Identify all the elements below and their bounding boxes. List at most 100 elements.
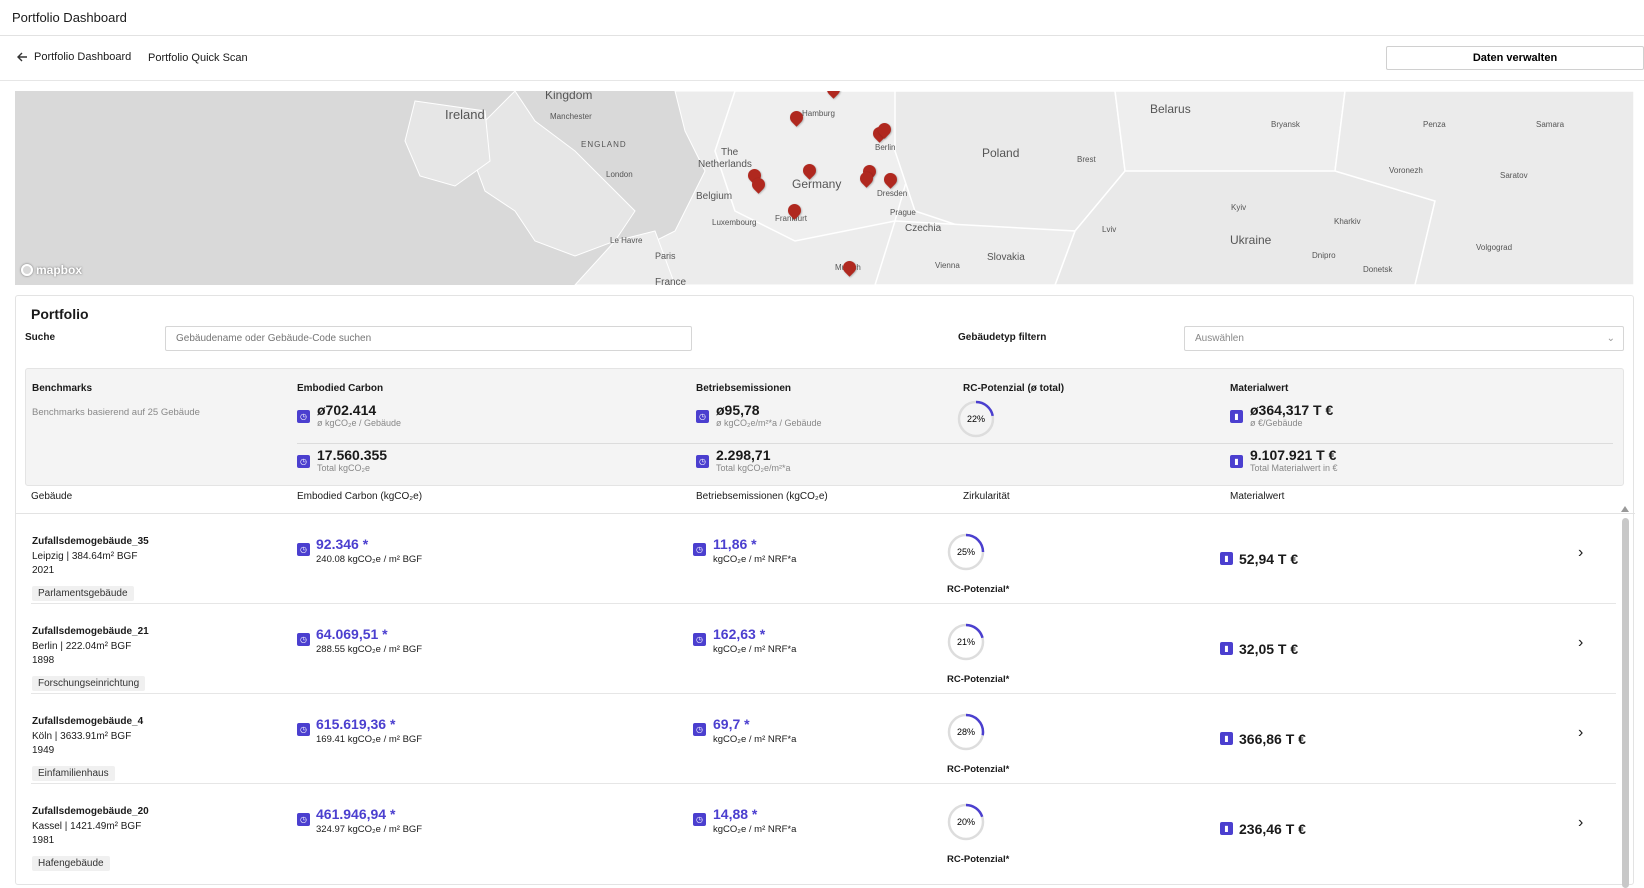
map-label: Ukraine	[1230, 233, 1272, 247]
map-label: Luxembourg	[712, 218, 757, 227]
map-label: Ireland	[445, 107, 485, 122]
operational-subvalue: kgCO₂e / m² NRF*a	[713, 824, 797, 835]
map-label: Vienna	[935, 261, 960, 270]
building-name: Zufallsdemogebäude_35	[32, 536, 149, 547]
benchmark-embodied-total-caption: Total kgCO₂e	[317, 463, 371, 473]
column-header-material[interactable]: Materialwert	[1230, 491, 1284, 502]
map-label: Kingdom	[545, 91, 593, 102]
map-label: London	[606, 170, 633, 179]
operational-value: 162,63 *	[713, 626, 766, 642]
map-label: Berlin	[875, 143, 896, 152]
building-type-tag: Hafengebäude	[32, 856, 110, 871]
map-label: Kyiv	[1231, 203, 1247, 212]
building-location: Berlin | 222.04m² BGF	[32, 641, 132, 652]
leaf-icon: ◷	[297, 410, 310, 423]
map-label: Czechia	[905, 223, 942, 234]
rc-percent: 28%	[957, 727, 975, 737]
mapbox-attribution: mapbox	[36, 263, 83, 277]
bar-chart-icon: ▮	[1220, 552, 1233, 565]
breadcrumb-quick-scan[interactable]: Portfolio Quick Scan	[148, 52, 248, 64]
portfolio-title: Portfolio	[31, 306, 89, 322]
operational-subvalue: kgCO₂e / m² NRF*a	[713, 644, 797, 655]
column-header-operational[interactable]: Betriebsemissionen (kgCO₂e)	[696, 491, 828, 502]
filter-label: Gebäudetyp filtern	[958, 332, 1047, 343]
leaf-icon: ◷	[693, 633, 706, 646]
portfolio-map[interactable]: Kingdom Ireland Manchester ENGLAND Londo…	[15, 91, 1634, 285]
rc-progress-ring: 21%	[947, 623, 985, 661]
divider	[297, 443, 1613, 444]
app-title: Portfolio Dashboard	[12, 10, 127, 25]
material-value: 32,05 T €	[1239, 641, 1299, 657]
map-label: ENGLAND	[581, 140, 627, 149]
arrow-left-icon	[17, 52, 27, 62]
map-label: Lviv	[1102, 225, 1117, 234]
chevron-right-icon[interactable]: ›	[1578, 724, 1583, 742]
building-type-tag: Einfamilienhaus	[32, 766, 115, 781]
table-row[interactable]: Zufallsdemogebäude_20 Kassel | 1421.49m²…	[16, 784, 1606, 874]
benchmark-material-total: 9.107.921 T €	[1250, 447, 1337, 463]
portfolio-card: Portfolio Suche Gebäudetyp filtern Auswä…	[15, 295, 1635, 888]
building-location: Kassel | 1421.49m² BGF	[32, 821, 142, 832]
select-value: Auswählen	[1195, 333, 1244, 344]
embodied-subvalue: 324.97 kgCO₂e / m² BGF	[316, 824, 423, 835]
map-label: Prague	[890, 208, 916, 217]
map-label: Saratov	[1500, 171, 1528, 180]
sub-navigation: Portfolio Dashboard Portfolio Quick Scan…	[0, 36, 1644, 81]
material-value: 366,86 T €	[1239, 731, 1306, 747]
table-row[interactable]: Zufallsdemogebäude_35 Leipzig | 384.64m²…	[16, 514, 1616, 604]
benchmark-embodied-total: 17.560.355	[317, 447, 388, 463]
scroll-up-icon[interactable]	[1621, 506, 1629, 512]
column-header-building[interactable]: Gebäude	[31, 491, 72, 502]
benchmark-operational-total: 2.298,71	[716, 447, 771, 463]
table-row[interactable]: Zufallsdemogebäude_4 Köln | 3633.91m² BG…	[16, 694, 1616, 784]
map-label: Penza	[1423, 120, 1446, 129]
column-header-circularity[interactable]: Zirkularität	[963, 491, 1010, 502]
map-label: Germany	[792, 177, 842, 191]
search-input[interactable]	[165, 326, 692, 351]
table-scrollbar[interactable]	[1621, 506, 1629, 888]
rc-label: RC-Potenzial*	[947, 584, 1010, 595]
bar-chart-icon: ▮	[1220, 642, 1233, 655]
leaf-icon: ◷	[297, 543, 310, 556]
rc-progress-ring: 28%	[947, 713, 985, 751]
table-row[interactable]: Zufallsdemogebäude_21 Berlin | 222.04m² …	[16, 604, 1616, 694]
back-link[interactable]: Portfolio Dashboard	[16, 51, 131, 63]
map-label: Paris	[655, 251, 676, 261]
operational-subvalue: kgCO₂e / m² NRF*a	[713, 734, 797, 745]
embodied-subvalue: 169.41 kgCO₂e / m² BGF	[316, 734, 423, 745]
building-type-select[interactable]: Auswählen ⌄	[1184, 326, 1624, 351]
leaf-icon: ◷	[297, 455, 310, 468]
rc-label: RC-Potenzial*	[947, 854, 1010, 865]
operational-value: 14,88 *	[713, 806, 758, 822]
column-header-embodied[interactable]: Embodied Carbon (kgCO₂e)	[297, 491, 422, 502]
operational-subvalue: kgCO₂e / m² NRF*a	[713, 554, 797, 565]
map-label: Volgograd	[1476, 243, 1513, 252]
map-label: Brest	[1077, 155, 1096, 164]
chevron-right-icon[interactable]: ›	[1578, 814, 1583, 832]
chevron-right-icon[interactable]: ›	[1578, 634, 1583, 652]
benchmark-material-title: Materialwert	[1230, 383, 1289, 394]
embodied-value: 461.946,94 *	[316, 806, 396, 822]
chevron-right-icon[interactable]: ›	[1578, 544, 1583, 562]
mapbox-icon	[21, 264, 33, 276]
search-label: Suche	[25, 332, 56, 343]
rc-percent: 20%	[957, 817, 975, 827]
rc-percent: 22%	[967, 414, 985, 424]
map-label: Bryansk	[1271, 120, 1300, 129]
benchmark-operational-title: Betriebsemissionen	[696, 383, 792, 394]
manage-data-button[interactable]: Daten verwalten	[1386, 46, 1644, 70]
scrollbar-thumb[interactable]	[1622, 518, 1629, 888]
rc-progress-ring: 20%	[947, 803, 985, 841]
benchmarks-subtitle: Benchmarks basierend auf 25 Gebäude	[32, 407, 200, 418]
leaf-icon: ◷	[696, 410, 709, 423]
map-label: Le Havre	[610, 236, 643, 245]
building-year: 1949	[32, 745, 55, 756]
map-label: Belgium	[696, 191, 733, 202]
map-label: Dnipro	[1312, 251, 1336, 260]
leaf-icon: ◷	[297, 633, 310, 646]
operational-value: 69,7 *	[713, 716, 750, 732]
building-year: 1981	[32, 835, 55, 846]
benchmark-material-total-caption: Total Materialwert in €	[1250, 463, 1338, 473]
building-type-tag: Parlamentsgebäude	[32, 586, 134, 601]
rc-progress-ring: 22%	[957, 400, 995, 438]
